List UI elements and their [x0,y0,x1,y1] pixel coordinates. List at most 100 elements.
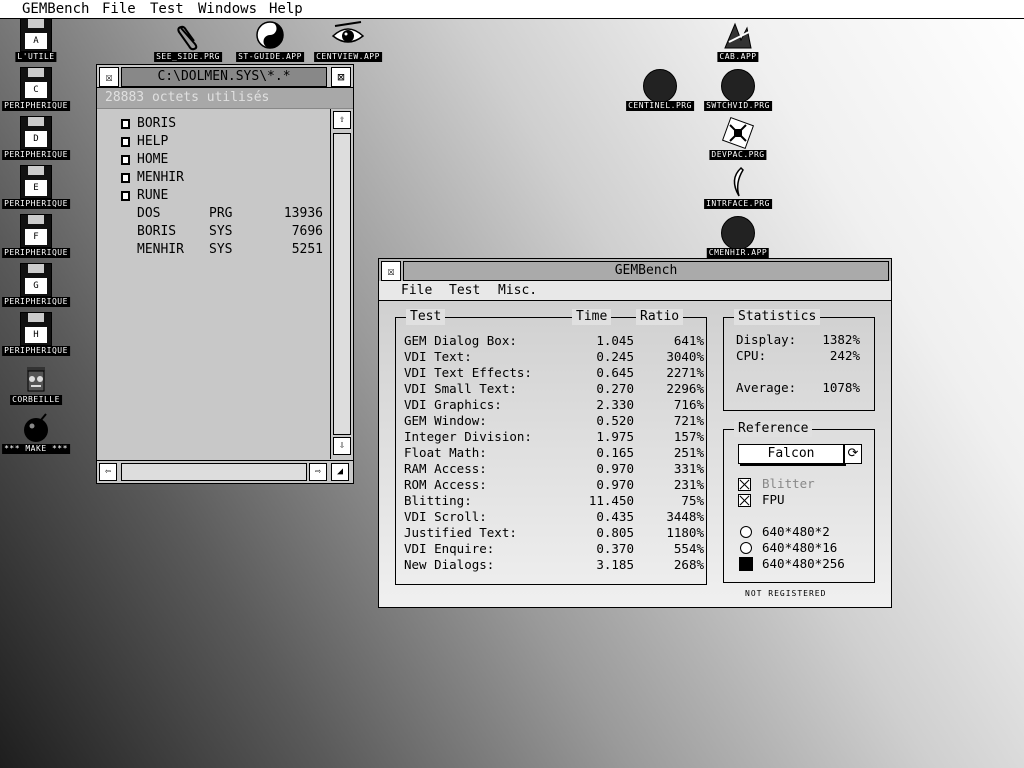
fullscreen-icon[interactable]: ⊠ [331,67,351,87]
drive-icon-c[interactable]: C PERIPHERIQUE [0,67,76,113]
drive-icon-g[interactable]: G PERIPHERIQUE [0,263,76,309]
test-row[interactable]: RAM Access: 0.970 331% [404,461,704,477]
drive-icon-d[interactable]: D PERIPHERIQUE [0,116,76,162]
menu-test[interactable]: Test [150,0,184,18]
menu-file[interactable]: File [401,281,432,300]
drive-label: PERIPHERIQUE [2,150,70,160]
test-row[interactable]: Blitting: 11.450 75% [404,493,704,509]
app-icon-see-side[interactable]: SEE_SIDE.PRG [148,18,228,64]
eye-icon [331,21,365,43]
test-row[interactable]: VDI Text Effects: 0.645 2271% [404,365,704,381]
test-row[interactable]: ROM Access: 0.970 231% [404,477,704,493]
test-row[interactable]: VDI Scroll: 0.435 3448% [404,509,704,525]
test-row[interactable]: VDI Text: 0.245 3040% [404,349,704,365]
menu-file[interactable]: File [102,0,136,18]
yin-yang-icon [256,21,284,49]
folder-item[interactable]: MENHIR [97,169,327,187]
fpu-checkbox[interactable] [738,494,751,507]
directory-window: ☒ C:\DOLMEN.SYS\*.* ⊠ 28883 octets utili… [96,64,354,484]
trash-label: CORBEILLE [10,395,62,405]
folder-item[interactable]: RUNE [97,187,327,205]
blitter-checkbox[interactable] [738,478,751,491]
stat-display: Display: 1382% [736,332,860,347]
horizontal-scroll-thumb[interactable] [121,463,307,481]
menu-app-gembench[interactable]: GEMBench [22,0,89,18]
file-item[interactable]: MENHIR SYS 5251 [97,241,327,259]
menu-bar: GEMBench File Test Windows Help [0,0,1024,19]
cycle-icon[interactable]: ⟳ [844,444,862,464]
drive-icon-a[interactable]: A L'UTILE [0,18,76,64]
drive-icon-h[interactable]: H PERIPHERIQUE [0,312,76,358]
disc-icon [721,69,755,103]
reference-selector[interactable]: Falcon [738,444,844,464]
file-item[interactable]: BORIS SYS 7696 [97,223,327,241]
menu-misc[interactable]: Misc. [498,281,537,300]
window-titlebar[interactable]: ☒ GEMBench [379,259,891,282]
window-title[interactable]: C:\DOLMEN.SYS\*.* [121,67,327,87]
floppy-icon: F [20,214,52,248]
test-row[interactable]: GEM Window: 0.520 721% [404,413,704,429]
reference-panel: Reference Falcon ⟳ Blitter FPU 640*480*2… [723,421,875,583]
scroll-up-arrow-icon[interactable]: ⇧ [333,111,351,129]
mode-radio[interactable] [740,542,752,554]
app-icon-swtchvid[interactable]: SWTCHVID.PRG [698,67,778,113]
scroll-down-arrow-icon[interactable]: ⇩ [333,437,351,455]
test-row[interactable]: GEM Dialog Box: 1.045 641% [404,333,704,349]
make-icon[interactable]: *** MAKE *** [0,410,76,456]
drive-icon-e[interactable]: E PERIPHERIQUE [0,165,76,211]
resize-icon[interactable]: ◢ [331,463,349,481]
close-icon[interactable]: ☒ [381,261,401,281]
reference-header: Reference [734,421,813,437]
folder-item[interactable]: BORIS [97,115,327,133]
drive-label: PERIPHERIQUE [2,101,70,111]
folder-item[interactable]: HELP [97,133,327,151]
drive-icon-f[interactable]: F PERIPHERIQUE [0,214,76,260]
tests-panel: Test Time Ratio GEM Dialog Box: 1.045 641%… [395,309,707,585]
banana-icon [733,166,744,197]
test-row[interactable]: Float Math: 0.165 251% [404,445,704,461]
app-icon-st-guide[interactable]: ST-GUIDE.APP [230,18,310,64]
window-info-line: 28883 octets utilisés [97,88,353,109]
window-content: Test Time Ratio GEM Dialog Box: 1.045 641%… [379,301,891,607]
app-label: CENTVIEW.APP [314,52,382,62]
window-menu-bar: File Test Misc. [379,281,891,301]
test-row[interactable]: VDI Small Text: 0.270 2296% [404,381,704,397]
window-titlebar[interactable]: ☒ C:\DOLMEN.SYS\*.* ⊠ [97,65,353,88]
app-icon-cab[interactable]: CAB.APP [698,18,778,64]
test-row[interactable]: New Dialogs: 3.185 268% [404,557,704,573]
app-icon-cmenhir[interactable]: CMENHIR.APP [698,214,778,260]
file-item[interactable]: DOS PRG 13936 [97,205,327,223]
folder-icon [121,137,130,147]
app-icon-devpac[interactable]: DEVPAC.PRG [698,116,778,162]
close-icon[interactable]: ☒ [99,67,119,87]
app-label: CMENHIR.APP [706,248,770,258]
app-icon-centinel[interactable]: CENTINEL.PRG [620,67,700,113]
scroll-right-arrow-icon[interactable]: ⇨ [309,463,327,481]
drive-label: PERIPHERIQUE [2,346,70,356]
menu-windows[interactable]: Windows [198,0,257,18]
trash-icon[interactable]: CORBEILLE [0,361,76,407]
horizontal-scrollbar[interactable]: ⇦ ⇨ ◢ [97,460,353,483]
drive-label: PERIPHERIQUE [2,199,70,209]
floppy-icon: E [20,165,52,199]
test-row[interactable]: Justified Text: 0.805 1180% [404,525,704,541]
app-label: INTRFACE.PRG [704,199,772,209]
app-label: DEVPAC.PRG [709,150,767,160]
menu-test[interactable]: Test [449,281,480,300]
cab-browser-icon [724,22,752,49]
window-title[interactable]: GEMBench [403,261,889,281]
test-row[interactable]: VDI Graphics: 2.330 716% [404,397,704,413]
mode-label: 640*480*256 [762,556,845,571]
menu-help[interactable]: Help [269,0,303,18]
folder-item[interactable]: HOME [97,151,327,169]
mode-radio[interactable] [740,526,752,538]
test-row[interactable]: Integer Division: 1.975 157% [404,429,704,445]
app-icon-centview[interactable]: CENTVIEW.APP [308,18,388,64]
app-icon-intrface[interactable]: INTRFACE.PRG [698,165,778,211]
vertical-scrollbar[interactable]: ⇧ ⇩ [330,109,353,459]
scroll-thumb[interactable] [333,133,351,435]
test-row[interactable]: VDI Enquire: 0.370 554% [404,541,704,557]
scroll-left-arrow-icon[interactable]: ⇦ [99,463,117,481]
mode-radio-selected[interactable] [739,557,753,571]
file-list: BORIS HELP HOME MENHIR RUNE DOS PRG 13936 … [97,109,327,457]
